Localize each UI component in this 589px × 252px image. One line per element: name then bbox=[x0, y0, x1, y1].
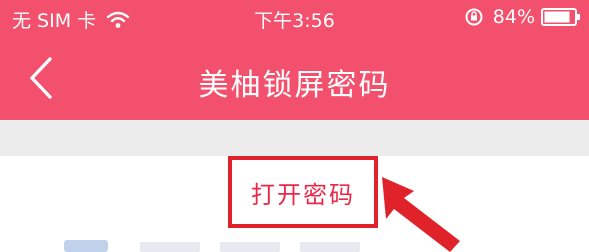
watermark-graphic bbox=[64, 240, 360, 252]
battery-percent: 84% bbox=[492, 6, 535, 28]
open-password-item[interactable]: 打开密码 bbox=[228, 156, 378, 228]
status-right: 84% bbox=[465, 6, 581, 28]
status-bar: 无 SIM 卡 下午3:56 84% bbox=[0, 0, 589, 40]
section-divider bbox=[0, 120, 589, 156]
open-password-label: 打开密码 bbox=[251, 180, 355, 209]
arrow-icon bbox=[382, 177, 460, 252]
rotation-lock-icon bbox=[465, 8, 483, 26]
app-header: 无 SIM 卡 下午3:56 84% 美柚锁屏密码 bbox=[0, 0, 589, 120]
page-title: 美柚锁屏密码 bbox=[198, 68, 391, 103]
nav-bar: 美柚锁屏密码 bbox=[0, 40, 589, 120]
battery-icon bbox=[541, 8, 580, 26]
